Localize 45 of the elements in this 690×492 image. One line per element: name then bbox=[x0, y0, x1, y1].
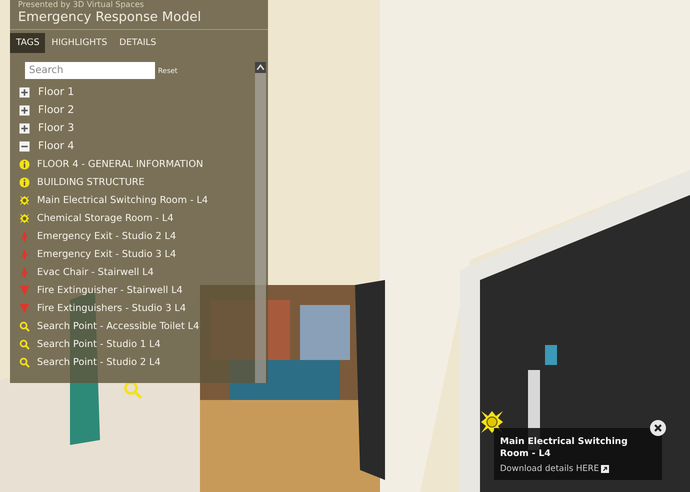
expand-icon[interactable] bbox=[19, 122, 30, 134]
info-icon bbox=[19, 158, 30, 170]
running-figure-icon bbox=[19, 266, 30, 278]
byline: Presented by 3D Virtual Spaces bbox=[18, 0, 145, 9]
tag-item[interactable]: Chemical Storage Room - L4 bbox=[19, 209, 255, 227]
tag-item[interactable]: Main Electrical Switching Room - L4 bbox=[19, 191, 255, 209]
tab[interactable]: DETAILS bbox=[113, 33, 162, 53]
scrollbar[interactable] bbox=[255, 62, 266, 383]
running-figure-icon bbox=[19, 230, 30, 242]
tag-item[interactable]: Search Point - Accessible Toilet L4 bbox=[19, 317, 255, 335]
floor-item[interactable]: Floor 3 bbox=[19, 119, 255, 137]
tag-item[interactable]: Emergency Exit - Studio 2 L4 bbox=[19, 227, 255, 245]
burst-icon bbox=[19, 194, 30, 206]
extinguisher-icon bbox=[19, 302, 30, 314]
extinguisher-icon bbox=[19, 284, 30, 296]
tag-item[interactable]: BUILDING STRUCTURE bbox=[19, 173, 255, 191]
running-figure-icon bbox=[19, 248, 30, 260]
search-icon bbox=[19, 356, 30, 368]
tag-item[interactable]: Fire Extinguishers - Studio 3 L4 bbox=[19, 299, 255, 317]
tag-item[interactable]: Evac Chair - Stairwell L4 bbox=[19, 263, 255, 281]
tag-item[interactable]: FLOOR 4 - GENERAL INFORMATION bbox=[19, 155, 255, 173]
search-icon bbox=[19, 338, 30, 350]
expand-icon[interactable] bbox=[19, 104, 30, 116]
floor-item[interactable]: Floor 2 bbox=[19, 101, 255, 119]
search-icon bbox=[19, 320, 30, 332]
floor-item[interactable]: Floor 1 bbox=[19, 83, 255, 101]
tab[interactable]: HIGHLIGHTS bbox=[45, 33, 114, 53]
scroll-up-icon[interactable] bbox=[255, 62, 266, 73]
collapse-icon[interactable] bbox=[19, 140, 30, 152]
search-field[interactable]: Search bbox=[25, 62, 155, 79]
tag-item[interactable]: Fire Extinguisher - Stairwell L4 bbox=[19, 281, 255, 299]
info-icon bbox=[19, 176, 30, 188]
burst-icon bbox=[19, 212, 30, 224]
tag-item[interactable]: Emergency Exit - Studio 3 L4 bbox=[19, 245, 255, 263]
tab[interactable]: TAGS bbox=[10, 33, 46, 53]
download-link[interactable]: Download details HERE bbox=[500, 464, 656, 474]
search-pin-icon bbox=[123, 380, 143, 400]
tag-item[interactable]: Search Point - Studio 2 L4 bbox=[19, 353, 255, 371]
tag-item[interactable]: Search Point - Studio 1 L4 bbox=[19, 335, 255, 353]
floor-item[interactable]: Floor 4 bbox=[19, 137, 255, 155]
tooltip-title: Main Electrical Switching Room - L4 bbox=[500, 436, 629, 460]
external-link-icon[interactable] bbox=[601, 465, 610, 473]
model-title: Emergency Response Model bbox=[18, 9, 202, 27]
close-icon[interactable] bbox=[650, 420, 666, 436]
expand-icon[interactable] bbox=[19, 86, 30, 98]
